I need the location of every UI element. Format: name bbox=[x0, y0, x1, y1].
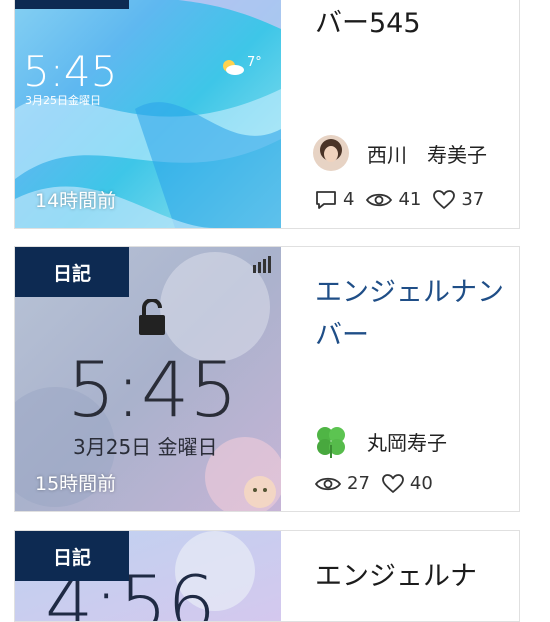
thumb-date: 3月25日金曜日 bbox=[25, 94, 101, 107]
author-name: 丸岡寿子 bbox=[367, 430, 447, 455]
avatar bbox=[313, 423, 349, 459]
article-info: エンジェルナンバー545 西川 寿美子 4 bbox=[281, 0, 519, 228]
article-card[interactable]: 5:45 3月25日金曜日 7° 14時間前 エンジェルナンバー545 西川 寿… bbox=[14, 0, 520, 229]
like-count[interactable]: 37 bbox=[433, 189, 484, 210]
article-title[interactable]: エンジェルナ bbox=[315, 555, 505, 598]
article-title[interactable]: エンジェルナンバー bbox=[315, 271, 505, 357]
comment-icon bbox=[315, 190, 337, 210]
author[interactable]: 丸岡寿子 bbox=[313, 423, 447, 459]
eye-icon bbox=[366, 191, 393, 209]
comment-count: 4 bbox=[315, 189, 354, 210]
category-badge[interactable]: 日記 bbox=[15, 247, 129, 297]
article-stats: 27 40 bbox=[315, 473, 433, 494]
time-ago: 15時間前 bbox=[35, 473, 117, 495]
heart-icon[interactable] bbox=[433, 189, 456, 210]
article-title[interactable]: エンジェルナンバー545 bbox=[315, 0, 505, 45]
weather-icon bbox=[220, 59, 244, 75]
category-badge[interactable]: 日記 bbox=[15, 531, 129, 581]
article-thumbnail[interactable]: 5:45 3月25日金曜日 7° 14時間前 bbox=[15, 0, 281, 228]
article-info: エンジェルナ bbox=[281, 531, 519, 621]
article-info: エンジェルナンバー 丸岡寿子 27 40 bbox=[281, 247, 519, 511]
view-count: 41 bbox=[366, 189, 421, 210]
thumb-weather: 7° bbox=[247, 55, 262, 70]
thumb-date: 3月25日 金曜日 bbox=[73, 435, 218, 459]
heart-icon[interactable] bbox=[382, 473, 404, 494]
thumb-clock: 5:45 bbox=[67, 345, 238, 434]
view-count: 27 bbox=[315, 473, 370, 494]
author[interactable]: 西川 寿美子 bbox=[313, 135, 487, 171]
eye-icon bbox=[315, 475, 341, 493]
like-count[interactable]: 40 bbox=[382, 473, 433, 494]
article-stats: 4 41 37 bbox=[315, 189, 484, 210]
author-name: 西川 寿美子 bbox=[367, 142, 487, 167]
thumb-clock: 5:45 bbox=[23, 47, 118, 96]
article-card[interactable]: 4:56 日記 エンジェルナ bbox=[14, 530, 520, 622]
avatar bbox=[313, 135, 349, 171]
article-card[interactable]: 5:45 3月25日 金曜日 15時間前 日記 エンジェルナンバー 丸岡寿子 2… bbox=[14, 246, 520, 512]
time-ago: 14時間前 bbox=[35, 190, 117, 212]
category-badge[interactable] bbox=[15, 0, 129, 9]
